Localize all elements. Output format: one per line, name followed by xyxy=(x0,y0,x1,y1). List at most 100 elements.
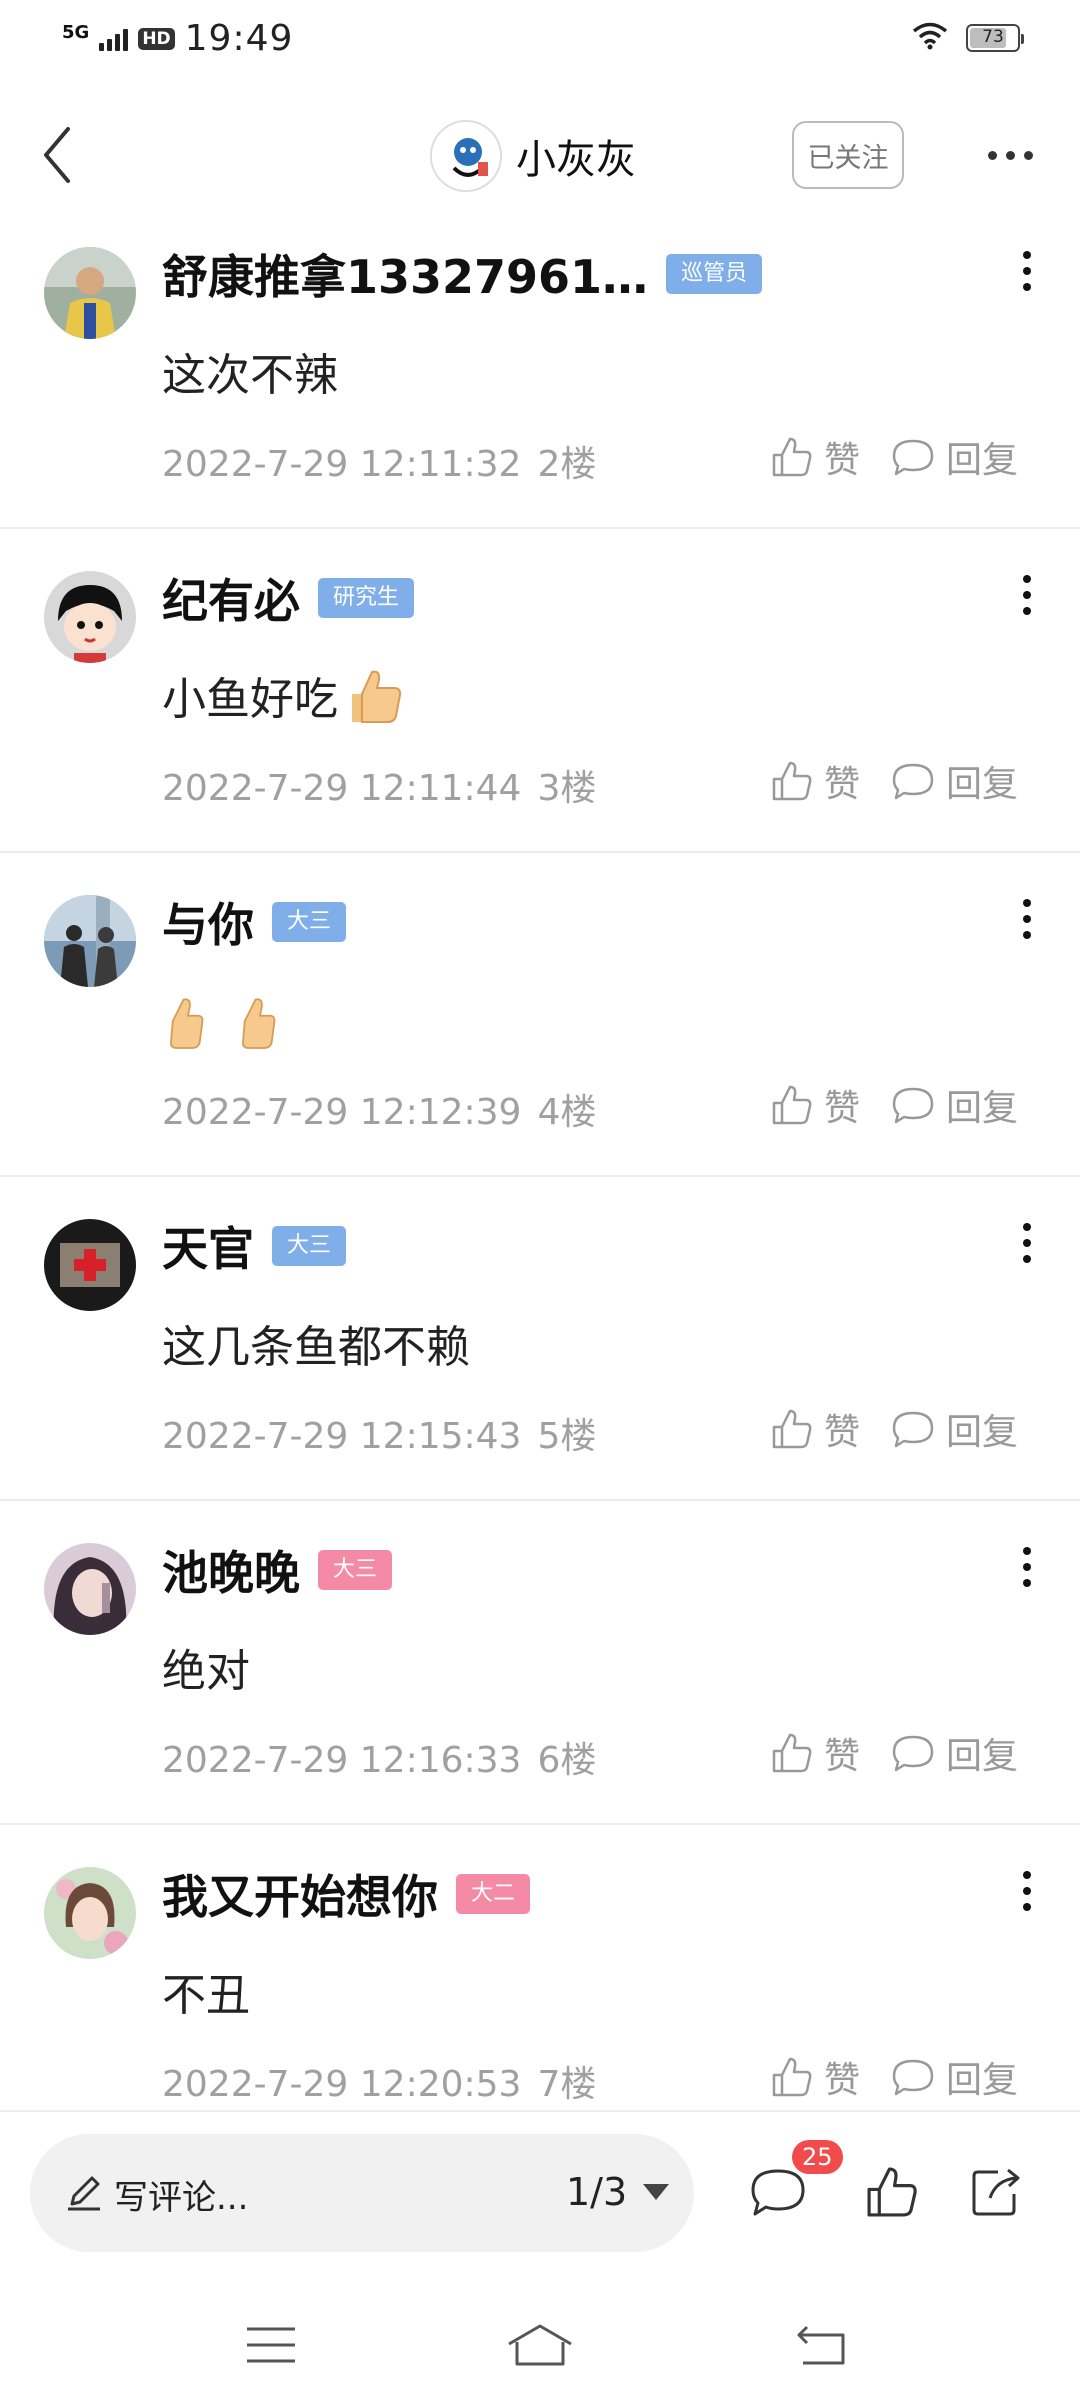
reply-button[interactable]: 回复 xyxy=(890,431,1018,483)
avatar[interactable] xyxy=(44,247,136,339)
comment-input[interactable]: 写评论... 1/3 xyxy=(30,2134,694,2252)
reply-button[interactable]: 回复 xyxy=(890,1403,1018,1455)
follow-button[interactable]: 已关注 xyxy=(792,121,904,189)
comment-text: 绝对 xyxy=(162,1646,250,1697)
thumbs-up-emoji-icon xyxy=(352,670,402,723)
more-dots-icon[interactable] xyxy=(975,130,1045,180)
reply-button[interactable]: 回复 xyxy=(890,1727,1018,1779)
avatar[interactable] xyxy=(44,895,136,987)
wifi-icon xyxy=(912,22,948,54)
page-indicator: 1/3 xyxy=(566,2170,628,2214)
author-avatar[interactable] xyxy=(430,120,502,192)
back-arrow-icon xyxy=(44,127,70,183)
comment-input-placeholder: 写评论... xyxy=(114,2178,249,2218)
user-badge: 大二 xyxy=(456,1874,531,1914)
reply-label: 回复 xyxy=(946,2060,1019,2101)
return-icon xyxy=(797,2325,845,2365)
avatar[interactable] xyxy=(44,571,136,663)
pen-icon xyxy=(68,2176,100,2211)
thumbs-up-icon xyxy=(772,2057,812,2097)
comment-more-icon[interactable] xyxy=(1012,1861,1042,1921)
thumbs-up-icon xyxy=(772,761,812,801)
user-badge: 大三 xyxy=(318,1550,393,1590)
reply-button[interactable]: 回复 xyxy=(890,2051,1018,2103)
speech-bubble-icon xyxy=(751,2169,805,2216)
share-icon xyxy=(972,2168,1020,2216)
share-button[interactable] xyxy=(966,2162,1026,2222)
comment-text: 小鱼好吃 xyxy=(162,674,338,725)
user-badge: 大三 xyxy=(272,1226,347,1266)
return-button[interactable] xyxy=(786,2310,856,2380)
comment-more-icon[interactable] xyxy=(1012,1537,1042,1597)
like-label: 赞 xyxy=(824,440,861,481)
username[interactable]: 与你 xyxy=(162,889,254,955)
back-button[interactable] xyxy=(22,120,92,190)
comment-floor: 3楼 xyxy=(537,768,597,809)
like-button[interactable]: 赞 xyxy=(770,1079,860,1131)
avatar[interactable] xyxy=(44,1867,136,1959)
comment-date: 2022-7-29 12:15:43 xyxy=(162,1416,522,1457)
thumbs-up-icon xyxy=(772,437,812,477)
username[interactable]: 纪有必 xyxy=(162,565,300,631)
thumbs-up-icon xyxy=(772,1733,812,1773)
comment-text: 不丑 xyxy=(162,1970,250,2021)
comment-floor: 6楼 xyxy=(537,1740,597,1781)
header: 小灰灰 已关注 xyxy=(0,110,1080,200)
reply-label: 回复 xyxy=(946,1736,1019,1777)
reply-label: 回复 xyxy=(946,1088,1019,1129)
page-selector[interactable]: 1/3 xyxy=(566,2170,670,2214)
reply-button[interactable]: 回复 xyxy=(890,1079,1018,1131)
reply-button[interactable]: 回复 xyxy=(890,755,1018,807)
avatar[interactable] xyxy=(44,1219,136,1311)
comment-floor: 5楼 xyxy=(537,1416,597,1457)
menu-button[interactable] xyxy=(236,2310,306,2380)
reply-label: 回复 xyxy=(946,1412,1019,1453)
like-label: 赞 xyxy=(824,2060,861,2101)
username[interactable]: 舒康推拿13327961… xyxy=(162,241,648,307)
like-button[interactable]: 赞 xyxy=(770,755,860,807)
like-button[interactable]: 赞 xyxy=(770,1403,860,1455)
speech-bubble-icon xyxy=(892,1087,934,1124)
battery-level: 73 xyxy=(982,27,1004,47)
comment-more-icon[interactable] xyxy=(1012,1213,1042,1273)
comment-date: 2022-7-29 12:16:33 xyxy=(162,1740,522,1781)
home-button[interactable] xyxy=(505,2310,575,2380)
comment-more-icon[interactable] xyxy=(1012,889,1042,949)
username[interactable]: 我又开始想你 xyxy=(162,1861,438,1927)
avatar[interactable] xyxy=(44,1543,136,1635)
like-label: 赞 xyxy=(824,1088,861,1129)
comment-more-icon[interactable] xyxy=(1012,565,1042,625)
comment-more-icon[interactable] xyxy=(1012,241,1042,301)
comment-meta: 2022-7-29 12:15:43 5楼 xyxy=(162,1407,596,1459)
username[interactable]: 池晚晚 xyxy=(162,1537,300,1603)
comment-list: 舒康推拿13327961… 巡管员 这次不辣 2022-7-29 12:11:3… xyxy=(0,205,1080,2105)
comment-item: 与你 大三 2022-7-29 12:12:39 4楼 赞 回复 xyxy=(0,853,1080,1177)
like-button[interactable]: 赞 xyxy=(770,2051,860,2103)
username[interactable]: 天官 xyxy=(162,1213,254,1279)
comment-floor: 2楼 xyxy=(537,444,597,485)
status-time: 19:49 xyxy=(184,18,294,59)
title-group[interactable]: 小灰灰 xyxy=(430,120,636,192)
thumbs-up-icon xyxy=(772,1409,812,1449)
user-badge: 大三 xyxy=(272,902,347,942)
like-label: 赞 xyxy=(824,1412,861,1453)
speech-bubble-icon xyxy=(892,2059,934,2096)
comment-item: 舒康推拿13327961… 巡管员 这次不辣 2022-7-29 12:11:3… xyxy=(0,205,1080,529)
like-post-button[interactable] xyxy=(862,2162,922,2222)
hd-icon: HD xyxy=(138,27,175,50)
comment-floor: 7楼 xyxy=(537,2064,597,2105)
comment-meta: 2022-7-29 12:11:32 2楼 xyxy=(162,435,596,487)
comment-meta: 2022-7-29 12:16:33 6楼 xyxy=(162,1731,596,1783)
comment-meta: 2022-7-29 12:12:39 4楼 xyxy=(162,1083,596,1135)
thumbs-up-emoji-icon xyxy=(170,998,204,1049)
like-button[interactable]: 赞 xyxy=(770,1727,860,1779)
comment-item: 天官 大三 这几条鱼都不赖 2022-7-29 12:15:43 5楼 赞 回复 xyxy=(0,1177,1080,1501)
signal-icon xyxy=(99,27,129,51)
comment-item: 池晚晚 大三 绝对 2022-7-29 12:16:33 6楼 赞 回复 xyxy=(0,1501,1080,1825)
battery-icon: 73 xyxy=(966,24,1024,52)
like-label: 赞 xyxy=(824,764,861,805)
like-button[interactable]: 赞 xyxy=(770,431,860,483)
system-nav-bar xyxy=(0,2290,1080,2400)
comment-item: 我又开始想你 大二 不丑 2022-7-29 12:20:53 7楼 赞 回复 xyxy=(0,1825,1080,2105)
comment-text: 这次不辣 xyxy=(162,350,338,401)
